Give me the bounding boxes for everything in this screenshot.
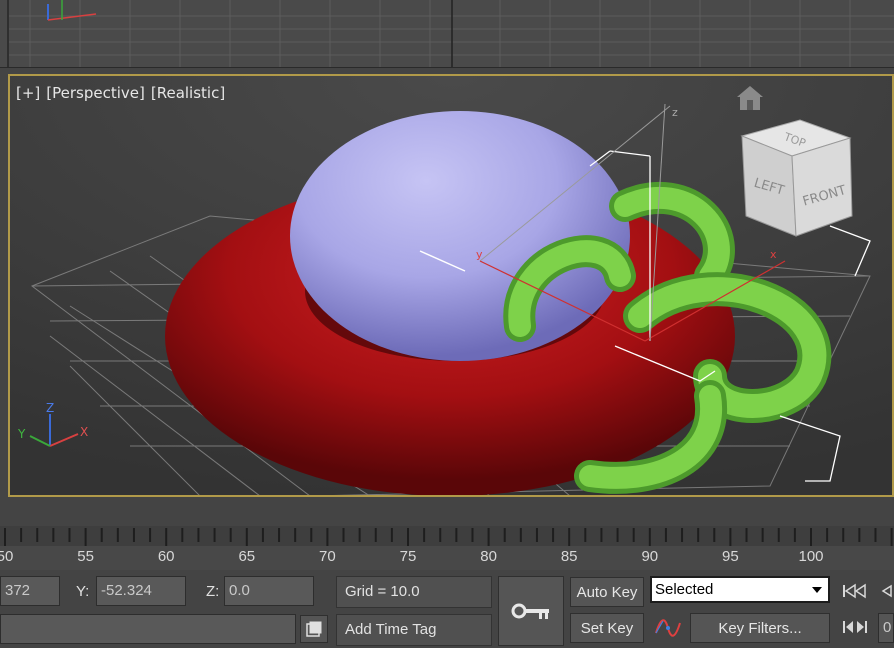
timeline-tick-label: 75	[399, 548, 417, 565]
y-coordinate-label: Y:	[76, 583, 90, 600]
key-mode-toggle-button[interactable]	[836, 613, 874, 641]
previous-frame-button[interactable]	[878, 577, 894, 605]
isolate-selection-button[interactable]	[300, 615, 328, 643]
timeline-tick-label: 90	[641, 548, 659, 565]
auto-key-button[interactable]: Auto Key	[570, 577, 644, 607]
go-to-start-button[interactable]	[836, 577, 874, 605]
timeline-ruler[interactable]: 50 55 60 65 70 75 80 85 90 95 100	[0, 526, 894, 570]
previous-frame-icon	[881, 584, 892, 598]
tripod-y-label: Y	[17, 427, 26, 441]
chevron-down-icon	[812, 587, 822, 593]
key-icon	[511, 603, 549, 619]
timeline-tick-label: 100	[798, 548, 824, 565]
set-key-button[interactable]: Set Key	[570, 613, 644, 643]
tripod-x-label: X	[80, 425, 88, 439]
viewport-general-menu[interactable]: [+]	[16, 84, 40, 102]
viewport-view-menu[interactable]: [Perspective]	[46, 84, 145, 102]
key-filters-button[interactable]: Key Filters...	[690, 613, 830, 643]
set-keys-button[interactable]	[498, 576, 564, 646]
tangent-curve-icon	[655, 619, 681, 637]
timeline-tick-label: 70	[319, 548, 336, 565]
go-to-start-icon	[843, 583, 866, 599]
add-time-tag-button[interactable]: Add Time Tag	[336, 614, 492, 646]
viewport-label-menu: [+] [Perspective] [Realistic]	[16, 84, 225, 102]
timeline-tick-label: 65	[238, 548, 256, 565]
top-viewport[interactable]	[0, 0, 894, 68]
tripod-z-label: Z	[46, 401, 54, 415]
prompt-line-field[interactable]	[0, 614, 296, 644]
timeline-tick-label: 85	[560, 548, 578, 565]
grid-spacing-display: Grid = 10.0	[336, 576, 492, 608]
default-tangent-button[interactable]	[650, 613, 686, 643]
z-coordinate-label: Z:	[206, 583, 220, 600]
gizmo-x-label: x	[770, 248, 777, 261]
timeline-ticks	[0, 526, 894, 546]
timeline-tick-label: 95	[722, 548, 739, 565]
top-viewport-grid	[7, 0, 894, 67]
current-frame-field[interactable]: 0	[878, 613, 894, 643]
y-coordinate-field[interactable]: -52.324	[96, 576, 186, 606]
scene-canvas: z y x TOP LEFT FRONT Z X Y	[10, 76, 892, 495]
key-mode-icon	[843, 621, 867, 633]
viewport-shading-menu[interactable]: [Realistic]	[151, 84, 225, 102]
perspective-viewport[interactable]: z y x TOP LEFT FRONT Z X Y [+] [Perspect…	[8, 74, 894, 497]
x-coordinate-field[interactable]: 372	[0, 576, 60, 606]
key-mode-selection-dropdown[interactable]: Selected	[650, 576, 830, 603]
selected-value: Selected	[655, 581, 714, 598]
timeline-tick-label: 50	[0, 548, 14, 565]
timeline-tick-label: 80	[480, 548, 497, 565]
gizmo-z-label: z	[672, 106, 678, 119]
gizmo-y-label: y	[476, 248, 483, 261]
timeline-tick-label: 55	[77, 548, 94, 565]
time-tag-icon	[306, 621, 322, 637]
z-coordinate-field[interactable]: 0.0	[224, 576, 314, 606]
timeline-tick-label: 60	[157, 548, 175, 565]
